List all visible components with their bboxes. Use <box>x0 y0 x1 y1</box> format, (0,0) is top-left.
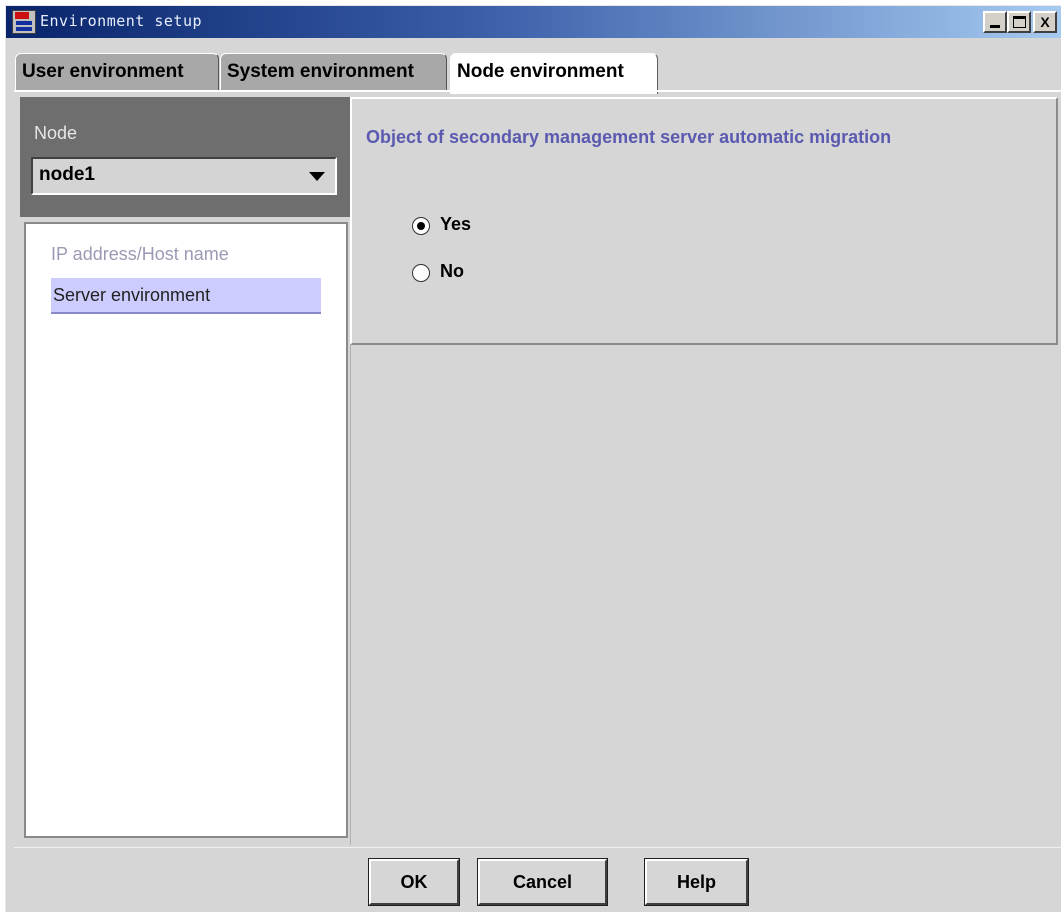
panel-divider <box>350 345 351 845</box>
node-select-value: node1 <box>39 164 95 185</box>
footer-divider <box>14 847 1061 848</box>
minimize-button[interactable] <box>983 11 1007 33</box>
radio-button-checked[interactable] <box>412 217 430 235</box>
tab-system-environment[interactable]: System environment <box>220 53 447 90</box>
app-icon[interactable] <box>12 10 36 34</box>
list-item-server-environment[interactable]: Server environment <box>51 278 321 314</box>
window-title: Environment setup <box>40 12 203 30</box>
node-label: Node <box>34 123 78 143</box>
migration-options-panel: Object of secondary management server au… <box>350 97 1058 345</box>
maximize-icon <box>1013 16 1026 28</box>
ok-button[interactable]: OK <box>368 858 460 906</box>
title-bar[interactable]: Environment setup X <box>6 6 1061 38</box>
tab-user-environment[interactable]: User environment <box>15 53 219 90</box>
node-selector-panel: Node node1 <box>20 97 350 217</box>
node-select[interactable]: node1 <box>31 157 337 195</box>
environment-setup-window: Environment setup X User environment Sys… <box>5 5 1061 912</box>
help-button[interactable]: Help <box>644 858 749 906</box>
radio-button-unchecked[interactable] <box>412 264 430 282</box>
group-title: Object of secondary management server au… <box>366 127 892 147</box>
tab-divider <box>14 90 1061 92</box>
close-button[interactable]: X <box>1033 11 1057 33</box>
close-icon: X <box>1040 14 1050 30</box>
radio-yes-label[interactable]: Yes <box>440 214 471 235</box>
minimize-icon <box>990 25 1000 28</box>
tab-node-environment[interactable]: Node environment <box>450 53 658 94</box>
radio-no-label[interactable]: No <box>440 261 464 282</box>
chevron-down-icon[interactable] <box>309 172 325 181</box>
settings-list: IP address/Host name Server environment <box>24 222 348 838</box>
list-item-ip-address-host-name[interactable]: IP address/Host name <box>51 244 229 265</box>
maximize-button[interactable] <box>1007 11 1031 33</box>
cancel-button[interactable]: Cancel <box>477 858 608 906</box>
